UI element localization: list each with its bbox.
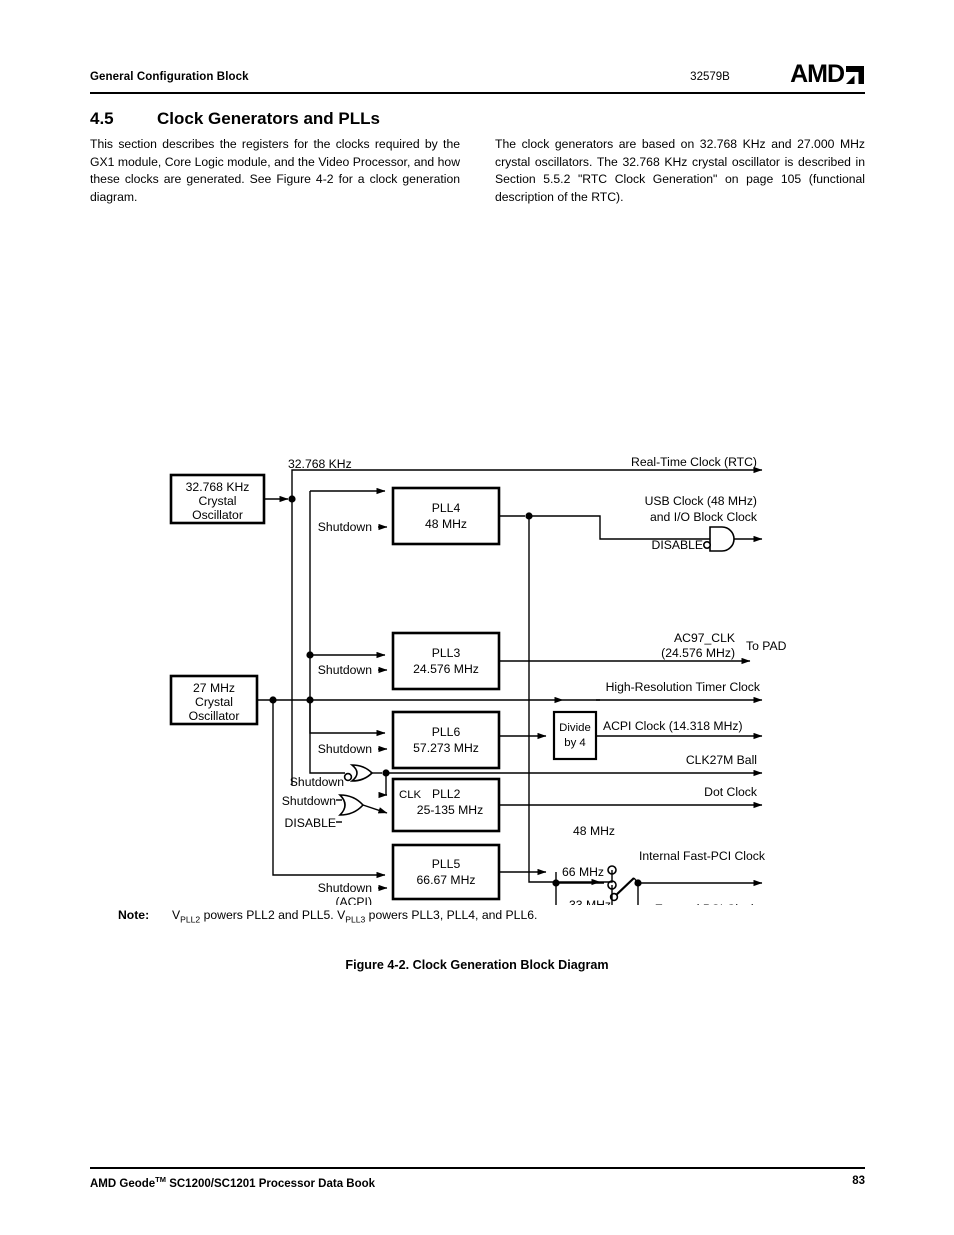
pll2-line1: PLL2 [432,787,461,801]
output-dot-label: Dot Clock [704,785,758,799]
footer-title-post: SC1200/SC1201 Processor Data Book [166,1177,376,1190]
pll2-enable-gate [338,794,365,816]
osc-32k-line1: 32.768 KHz [186,480,250,494]
figure-caption: Figure 4-2. Clock Generation Block Diagr… [345,958,609,972]
output-rtc-label: Real-Time Clock (RTC) [631,455,757,469]
label-32768khz: 32.768 KHz [288,457,352,471]
div4-line2: by 4 [564,737,586,749]
osc-32k-block: 32.768 KHz Crystal Oscillator [169,473,266,525]
disable-usb-label: DISABLE [652,538,703,552]
div4-line1: Divide [559,722,591,734]
usb-disable-bubble [702,540,711,549]
pll6-line1: PLL6 [432,725,461,739]
page-header: General Configuration Block 32579B AMD [90,62,865,92]
footer-book-title: AMD GeodeTM SC1200/SC1201 Processor Data… [90,1175,375,1190]
pll2-line2: 25-135 MHz [417,803,483,817]
header-divider [90,92,865,95]
footer-divider [90,1167,865,1170]
pll5-line2: 66.67 MHz [417,873,476,887]
output-acpi-label: ACPI Clock (14.318 MHz) [603,719,743,733]
footer-title-pre: AMD Geode [90,1177,156,1190]
note-mid: powers PLL2 and PLL5. V [200,908,346,922]
pll3-block: PLL3 24.576 MHz [391,631,501,691]
osc-27m-line2: Crystal [195,695,233,709]
footer-page-number: 83 [852,1175,865,1187]
pll3-line1: PLL3 [432,646,461,660]
output-ac97-line1: AC97_CLK [674,631,735,645]
output-clk27m-label: CLK27M Ball [686,753,757,767]
shutdown-pll3-label: Shutdown [318,663,372,677]
amd-logo: AMD [790,62,865,87]
shutdown-pll6-label: Shutdown [318,742,372,756]
shutdown-pll4-label: Shutdown [318,520,372,534]
shutdown-pll5-label: Shutdown [318,881,372,895]
amd-arrow-icon [846,66,864,84]
osc-32k-line3: Oscillator [192,508,243,522]
section-number: 4.5 [90,109,114,128]
divide-by-4-block: Divide by 4 [552,710,598,761]
shutdown-pll2-clk-label: Shutdown [290,775,344,789]
osc-27m-line1: 27 MHz [193,681,235,695]
note-label: Note: [118,908,150,922]
pll2-port-clk: CLK [399,789,422,801]
pll5-block: PLL5 66.67 MHz [391,843,501,901]
pll6-block: PLL6 57.273 MHz [391,710,501,770]
output-fastpci-label: Internal Fast-PCI Clock [639,849,766,863]
output-extpci-line1: External PCI Clock [655,902,758,905]
body-paragraph-left: This section describes the registers for… [90,137,460,204]
pll2-block: CLK PLL2 25-135 MHz [391,777,501,833]
pll6-line2: 57.273 MHz [413,741,479,755]
disable-pll2-label: DISABLE [285,816,336,830]
osc-27m-line3: Oscillator [189,709,240,723]
pll2-clk-gate [343,764,374,782]
label-to-pad: To PAD [746,639,787,653]
trademark-symbol: TM [155,1175,167,1184]
pll2-clk-gate-bubble [343,772,353,782]
pll5-line1: PLL5 [432,857,461,871]
label-66mhz: 66 MHz [562,865,604,879]
note-sub1: PLL2 [180,914,201,925]
label-33mhz: 33 MHz [569,898,611,905]
note-v1: V [172,908,181,922]
clock-generation-block-diagram: .wire{stroke:#000;stroke-width:1.4;fill:… [0,225,954,905]
note-text: VPLL2 powers PLL2 and PLL5. VPLL3 powers… [172,908,537,924]
note-sub2: PLL3 [345,914,366,925]
output-usb-line2: and I/O Block Clock [650,510,758,524]
shutdown-pll2-en-label: Shutdown [282,794,336,808]
note-end: powers PLL3, PLL4, and PLL6. [365,908,538,922]
osc-32k-line2: Crystal [199,494,237,508]
pll3-line2: 24.576 MHz [413,662,479,676]
shutdown-pll5-acpi: (ACPI) [335,895,372,905]
body-paragraph-right: The clock generators are based on 32.768… [495,137,865,204]
output-usb-line1: USB Clock (48 MHz) [645,494,757,508]
pll4-block: PLL4 48 MHz [391,486,501,546]
pll4-line2: 48 MHz [425,517,467,531]
amd-logo-text: AMD [790,60,845,88]
header-section-name: General Configuration Block [90,71,249,83]
osc-27m-block: 27 MHz Crystal Oscillator [169,674,259,726]
output-hrt-label: High-Resolution Timer Clock [606,680,761,694]
output-ac97-line2: (24.576 MHz) [661,646,735,660]
page-title: Clock Generators and PLLs [157,109,380,128]
pll4-line1: PLL4 [432,501,461,515]
label-48mhz: 48 MHz [573,824,615,838]
header-doc-number: 32579B [690,71,730,83]
